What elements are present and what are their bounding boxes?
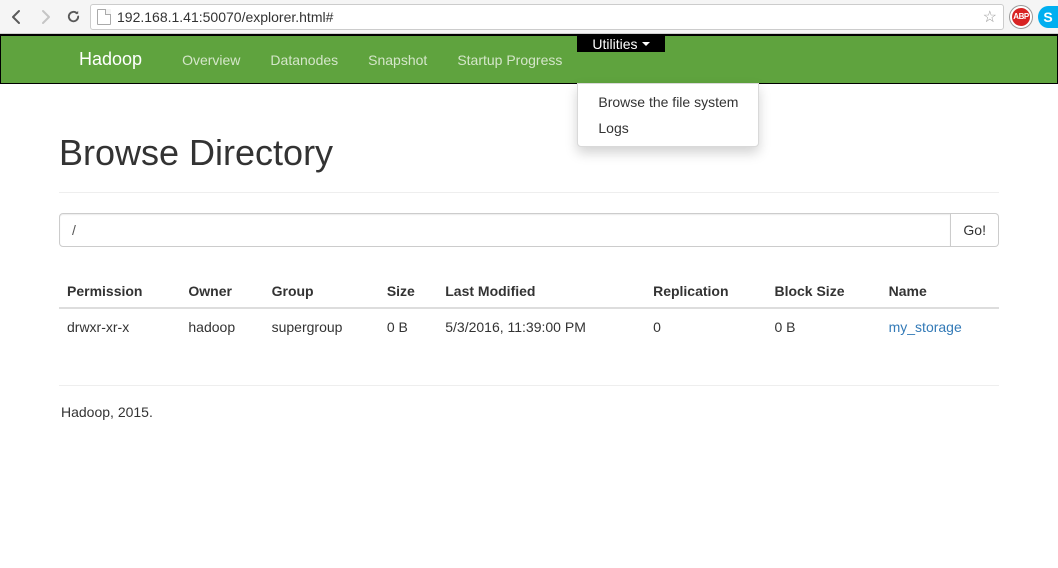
directory-link[interactable]: my_storage bbox=[889, 319, 962, 335]
divider bbox=[59, 192, 999, 193]
browser-toolbar: 192.168.1.41:50070/explorer.html# ☆ ABP … bbox=[0, 0, 1058, 34]
back-button[interactable] bbox=[6, 6, 28, 28]
directory-table: Permission Owner Group Size Last Modifie… bbox=[59, 275, 999, 345]
nav-snapshot[interactable]: Snapshot bbox=[353, 36, 442, 83]
footer-text: Hadoop, 2015. bbox=[59, 404, 999, 450]
cell-size: 0 B bbox=[379, 308, 437, 345]
brand[interactable]: Hadoop bbox=[79, 36, 157, 83]
path-input-row: Go! bbox=[59, 213, 999, 247]
reload-button[interactable] bbox=[62, 6, 84, 28]
nav-utilities-wrap: Utilities Browse the file system Logs bbox=[577, 36, 664, 83]
main-navbar: Hadoop Overview Datanodes Snapshot Start… bbox=[0, 34, 1058, 84]
cell-last-modified: 5/3/2016, 11:39:00 PM bbox=[437, 308, 645, 345]
nav-overview[interactable]: Overview bbox=[167, 36, 255, 83]
url-text: 192.168.1.41:50070/explorer.html# bbox=[117, 9, 977, 25]
page-icon bbox=[97, 9, 111, 25]
col-owner: Owner bbox=[180, 275, 263, 308]
col-group: Group bbox=[264, 275, 379, 308]
dropdown-logs[interactable]: Logs bbox=[578, 115, 758, 141]
cell-owner: hadoop bbox=[180, 308, 263, 345]
table-row: drwxr-xr-x hadoop supergroup 0 B 5/3/201… bbox=[59, 308, 999, 345]
caret-down-icon bbox=[642, 42, 650, 46]
cell-group: supergroup bbox=[264, 308, 379, 345]
path-input[interactable] bbox=[59, 213, 951, 247]
table-header-row: Permission Owner Group Size Last Modifie… bbox=[59, 275, 999, 308]
nav-startup-progress[interactable]: Startup Progress bbox=[442, 36, 577, 83]
page-title: Browse Directory bbox=[59, 132, 999, 174]
cell-permission: drwxr-xr-x bbox=[59, 308, 180, 345]
col-block-size: Block Size bbox=[766, 275, 880, 308]
nav-utilities-label: Utilities bbox=[592, 36, 637, 52]
cell-block-size: 0 B bbox=[766, 308, 880, 345]
adblock-extension-icon[interactable]: ABP bbox=[1010, 6, 1032, 28]
cell-replication: 0 bbox=[645, 308, 766, 345]
cell-name: my_storage bbox=[881, 308, 999, 345]
page-container: Browse Directory Go! Permission Owner Gr… bbox=[44, 132, 1014, 450]
nav-datanodes[interactable]: Datanodes bbox=[255, 36, 353, 83]
forward-button[interactable] bbox=[34, 6, 56, 28]
utilities-dropdown: Browse the file system Logs bbox=[577, 83, 759, 147]
address-bar[interactable]: 192.168.1.41:50070/explorer.html# ☆ bbox=[90, 4, 1004, 30]
col-permission: Permission bbox=[59, 275, 180, 308]
nav-utilities[interactable]: Utilities bbox=[577, 36, 664, 52]
col-name: Name bbox=[881, 275, 999, 308]
col-last-modified: Last Modified bbox=[437, 275, 645, 308]
bookmark-star-icon[interactable]: ☆ bbox=[983, 7, 997, 27]
col-replication: Replication bbox=[645, 275, 766, 308]
dropdown-browse-fs[interactable]: Browse the file system bbox=[578, 89, 758, 115]
skype-extension-icon[interactable]: S bbox=[1038, 6, 1058, 28]
col-size: Size bbox=[379, 275, 437, 308]
go-button[interactable]: Go! bbox=[951, 213, 999, 247]
footer-divider bbox=[59, 385, 999, 386]
